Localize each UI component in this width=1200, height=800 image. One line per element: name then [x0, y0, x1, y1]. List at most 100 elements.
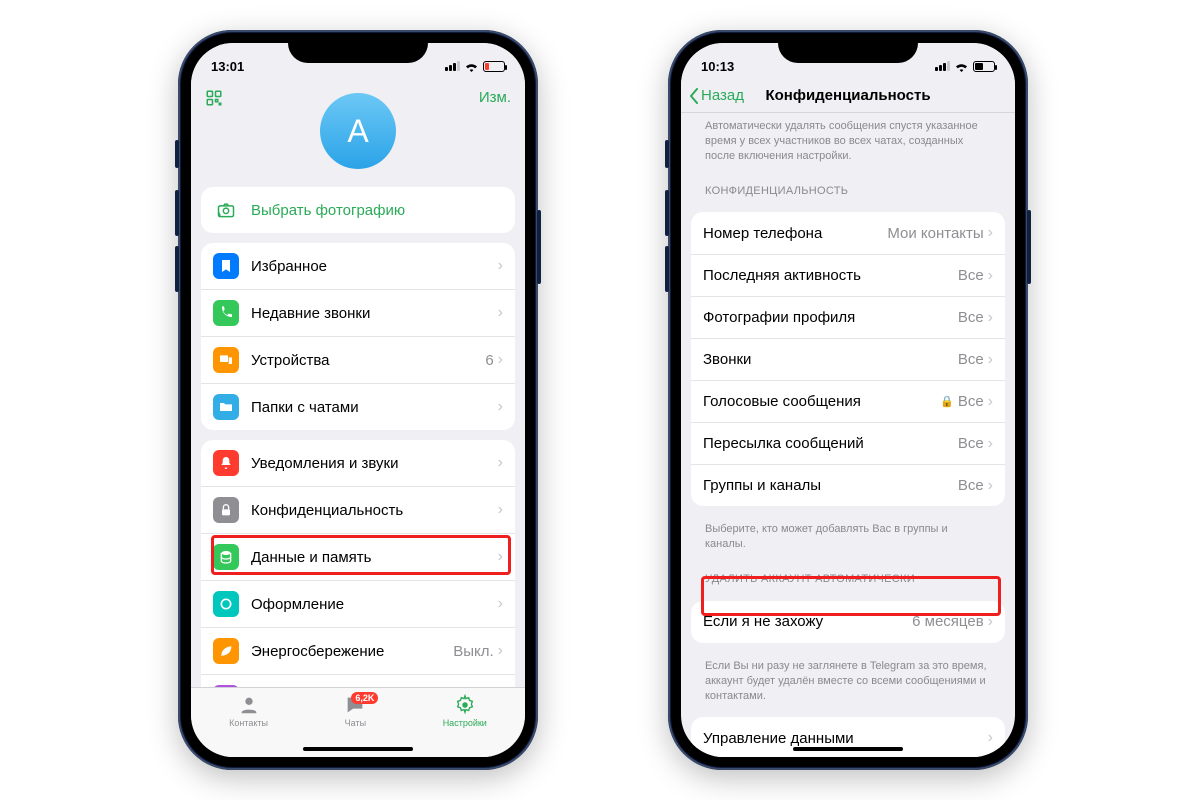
row-label: Оформление — [251, 596, 494, 613]
settings-row-notif[interactable]: Уведомления и звуки› — [201, 440, 515, 486]
settings-row-lastseen[interactable]: Последняя активностьВсе› — [691, 254, 1005, 296]
db-icon — [213, 544, 239, 570]
row-value: Все — [958, 435, 984, 452]
manage-data-label: Управление данными — [703, 730, 988, 747]
back-button[interactable]: Назад — [689, 87, 744, 104]
page-title: Конфиденциальность — [765, 87, 930, 104]
phone-mock-privacy: 10:13 Назад Конфиденциальность Автоматич — [668, 30, 1028, 770]
phone-icon — [213, 300, 239, 326]
auto-delete-note: Автоматически удалять сообщения спустя у… — [691, 113, 1005, 168]
chats-badge: 6,2K — [351, 692, 378, 704]
chevron-right-icon: › — [498, 454, 503, 472]
chevron-right-icon: › — [988, 477, 993, 495]
chevron-right-icon: › — [988, 267, 993, 285]
row-value: Все — [958, 477, 984, 494]
row-label: Фотографии профиля — [703, 309, 958, 326]
section-header-privacy: КОНФИДЕНЦИАЛЬНОСТЬ — [691, 178, 1005, 203]
nav-bar: Назад Конфиденциальность — [681, 83, 1015, 113]
settings-row-forward[interactable]: Пересылка сообщенийВсе› — [691, 422, 1005, 464]
signal-icon — [445, 61, 460, 71]
chevron-left-icon — [689, 88, 699, 104]
choose-photo-label: Выбрать фотографию — [251, 202, 503, 219]
devices-icon — [213, 347, 239, 373]
row-label: Уведомления и звуки — [251, 455, 494, 472]
tab-settings[interactable]: Настройки — [443, 694, 487, 728]
row-label: Недавние звонки — [251, 305, 494, 322]
chevron-right-icon: › — [988, 613, 993, 631]
settings-row-phone[interactable]: Номер телефонаМои контакты› — [691, 212, 1005, 254]
manage-data-row[interactable]: Управление данными › — [691, 717, 1005, 757]
contacts-icon — [238, 694, 260, 716]
privacy-footer: Выберите, кто может добавлять Вас в груп… — [691, 516, 1005, 556]
settings-row-privacy[interactable]: Конфиденциальность› — [201, 486, 515, 533]
signal-icon — [935, 61, 950, 71]
qrcode-icon[interactable] — [205, 89, 223, 107]
settings-row-folders[interactable]: Папки с чатами› — [201, 383, 515, 430]
tab-contacts-label: Контакты — [229, 718, 268, 728]
chevron-right-icon: › — [498, 642, 503, 660]
chevron-right-icon: › — [498, 257, 503, 275]
notch — [778, 33, 918, 63]
chevron-right-icon: › — [988, 393, 993, 411]
settings-row-photos[interactable]: Фотографии профиляВсе› — [691, 296, 1005, 338]
row-value: Мои контакты — [887, 225, 983, 242]
row-value: Все — [958, 351, 984, 368]
bookmark-icon — [213, 253, 239, 279]
tab-settings-label: Настройки — [443, 718, 487, 728]
chevron-right-icon: › — [498, 398, 503, 416]
settings-row-groups[interactable]: Группы и каналыВсе› — [691, 464, 1005, 506]
chevron-right-icon: › — [988, 435, 993, 453]
chevron-right-icon: › — [988, 729, 993, 747]
status-time: 13:01 — [211, 59, 244, 74]
row-label: Данные и память — [251, 549, 494, 566]
inactive-label: Если я не захожу — [703, 613, 912, 630]
globe-icon — [213, 685, 239, 687]
settings-row-favorites[interactable]: Избранное› — [201, 243, 515, 289]
wifi-icon — [954, 61, 969, 72]
camera-icon — [213, 197, 239, 223]
row-label: Пересылка сообщений — [703, 435, 958, 452]
section-header-delete: УДАЛИТЬ АККАУНТ АВТОМАТИЧЕСКИ — [691, 566, 1005, 591]
edit-button[interactable]: Изм. — [479, 89, 511, 106]
settings-row-recent[interactable]: Недавние звонки› — [201, 289, 515, 336]
settings-row-theme[interactable]: Оформление› — [201, 580, 515, 627]
folder-icon — [213, 394, 239, 420]
lock-icon — [213, 497, 239, 523]
row-value: 🔒Все — [940, 393, 984, 410]
settings-row-lang[interactable]: ЯзыкРусский› — [201, 674, 515, 687]
home-indicator — [303, 747, 413, 751]
row-label: Устройства — [251, 352, 485, 369]
chevron-right-icon: › — [498, 548, 503, 566]
leaf-icon — [213, 638, 239, 664]
phone-mock-settings: 13:01 Изм. A — [178, 30, 538, 770]
back-label: Назад — [701, 87, 744, 104]
chevron-right-icon: › — [988, 351, 993, 369]
settings-content: Выбрать фотографию Избранное›Недавние зв… — [191, 177, 525, 687]
chevron-right-icon: › — [988, 309, 993, 327]
lock-icon: 🔒 — [940, 395, 954, 408]
bell-icon — [213, 450, 239, 476]
inactive-footer: Если Вы ни разу не заглянете в Telegram … — [691, 653, 1005, 708]
settings-icon — [454, 694, 476, 716]
row-label: Избранное — [251, 258, 494, 275]
tab-chats[interactable]: 6,2K Чаты — [344, 694, 366, 728]
inactive-value: 6 месяцев — [912, 613, 984, 630]
chevron-right-icon: › — [498, 501, 503, 519]
wifi-icon — [464, 61, 479, 72]
avatar-letter: A — [347, 113, 368, 150]
circle-icon — [213, 591, 239, 617]
privacy-content: Автоматически удалять сообщения спустя у… — [681, 113, 1015, 757]
row-value: Все — [958, 309, 984, 326]
tab-contacts[interactable]: Контакты — [229, 694, 268, 728]
settings-row-voice[interactable]: Голосовые сообщения🔒Все› — [691, 380, 1005, 422]
settings-row-devices[interactable]: Устройства6› — [201, 336, 515, 383]
settings-row-data[interactable]: Данные и память› — [201, 533, 515, 580]
inactive-row[interactable]: Если я не захожу 6 месяцев › — [691, 601, 1005, 643]
settings-row-power[interactable]: ЭнергосбережениеВыкл.› — [201, 627, 515, 674]
settings-row-calls[interactable]: ЗвонкиВсе› — [691, 338, 1005, 380]
home-indicator — [793, 747, 903, 751]
avatar[interactable]: A — [320, 93, 396, 169]
row-value: Выкл. — [453, 643, 493, 660]
row-label: Последняя активность — [703, 267, 958, 284]
choose-photo-row[interactable]: Выбрать фотографию — [201, 187, 515, 233]
